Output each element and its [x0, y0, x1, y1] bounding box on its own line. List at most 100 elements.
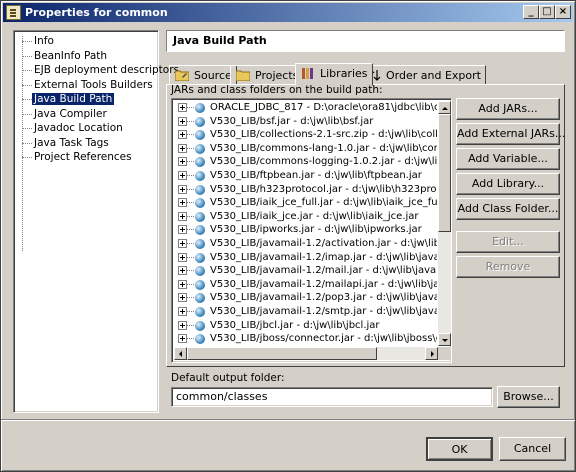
tree-connector [187, 147, 194, 149]
scroll-right-button[interactable] [425, 347, 438, 360]
project-folder-icon [236, 70, 250, 81]
expand-plus-icon[interactable] [178, 103, 187, 112]
expand-plus-icon[interactable] [178, 293, 187, 303]
expand-plus-icon[interactable] [178, 225, 187, 235]
properties-dialog: Properties for common _ □ × Info BeanInf… [0, 0, 576, 472]
tree-item-ejb-deployment[interactable]: EJB deployment descriptors [16, 63, 179, 78]
horizontal-scrollbar[interactable] [174, 347, 438, 360]
scroll-down-button[interactable] [438, 333, 451, 346]
jar-icon [195, 334, 205, 345]
vertical-scroll-thumb[interactable] [438, 114, 451, 232]
output-folder-field[interactable]: common/classes [171, 387, 493, 407]
library-entry[interactable]: V530_LIB/bsf.jar - d:\jw\lib\bsf.jar [174, 115, 437, 129]
horizontal-scroll-thumb[interactable] [187, 347, 377, 360]
library-entry-label: V530_LIB/javamail-1.2/activation.jar - d… [210, 237, 437, 249]
library-entry-label: V530_LIB/jboss/connector.jar - d:\jw\lib… [210, 333, 437, 345]
cancel-button[interactable]: Cancel [499, 437, 566, 461]
tree-item-project-references[interactable]: Project References [16, 150, 156, 165]
add-variable-button[interactable]: Add Variable... [456, 148, 560, 170]
library-entry[interactable]: V530_LIB/h323protocol.jar - d:\jw\lib\h3… [174, 183, 437, 197]
expand-plus-icon[interactable] [178, 170, 187, 180]
library-entry[interactable]: V530_LIB/javamail-1.2/imap.jar - d:\jw\l… [174, 251, 437, 265]
scroll-up-button[interactable] [438, 101, 451, 114]
tab-label: Projects [255, 69, 299, 82]
library-entry[interactable]: V530_LIB/jbcl.jar - d:\jw\lib\jbcl.jar [174, 319, 437, 333]
tree-connector [187, 242, 194, 244]
expand-plus-icon[interactable] [178, 184, 187, 194]
page-title: Java Build Path [166, 30, 565, 52]
library-list[interactable]: ORACLE_JDBC_817 - D:\oracle\ora81\jdbc\l… [171, 98, 452, 363]
library-entry-label: V530_LIB/collections-2.1-src.zip - d:\jw… [210, 129, 437, 141]
tab-projects[interactable]: Projects [230, 65, 304, 85]
library-entry[interactable]: V530_LIB/jboss/connector.jar - d:\jw\lib… [174, 332, 437, 346]
library-entry-label: V530_LIB/commons-logging-1.0.2.jar - d:\… [210, 156, 437, 168]
jar-icon [195, 116, 205, 127]
library-entry-label: V530_LIB/commons-lang-1.0.jar - d:\jw\li… [210, 142, 437, 154]
library-entry-label: V530_LIB/iaik_jce.jar - d:\jw\lib\iaik_j… [210, 210, 419, 222]
maximize-button[interactable]: □ [539, 5, 555, 19]
add-external-jars-button[interactable]: Add External JARs... [456, 123, 565, 145]
expand-plus-icon[interactable] [178, 266, 187, 276]
remove-button[interactable]: Remove [456, 256, 560, 278]
add-jars-button[interactable]: Add JARs... [456, 98, 560, 120]
tree-item-java-task-tags[interactable]: Java Task Tags [16, 136, 156, 151]
add-library-button[interactable]: Add Library... [456, 173, 560, 195]
library-entry[interactable]: V530_LIB/commons-lang-1.0.jar - d:\jw\li… [174, 142, 437, 156]
expand-plus-icon[interactable] [178, 130, 187, 140]
tree-connector [187, 215, 194, 217]
library-entry[interactable]: V530_LIB/javamail-1.2/activation.jar - d… [174, 237, 437, 251]
expand-plus-icon[interactable] [178, 279, 187, 289]
vertical-scrollbar[interactable] [438, 101, 451, 346]
expand-plus-icon[interactable] [178, 320, 187, 330]
library-entry[interactable]: V530_LIB/javamail-1.2/smtp.jar - d:\jw\l… [174, 305, 437, 319]
category-tree[interactable]: Info BeanInfo Path EJB deployment descri… [13, 30, 179, 413]
library-entry-label: V530_LIB/bsf.jar - d:\jw\lib\bsf.jar [210, 115, 374, 127]
tree-item-javadoc-location[interactable]: Javadoc Location [16, 121, 156, 136]
tree-item-label: BeanInfo Path [34, 49, 108, 62]
expand-plus-icon[interactable] [178, 334, 187, 344]
add-class-folder-button[interactable]: Add Class Folder... [456, 198, 560, 220]
tab-source[interactable]: Source [169, 65, 237, 85]
minimize-button[interactable]: _ [523, 5, 539, 19]
tab-order-and-export[interactable]: Order and Export [361, 65, 486, 85]
library-entry[interactable]: V530_LIB/ipworks.jar - d:\jw\lib\ipworks… [174, 223, 437, 237]
tree-connector [187, 134, 194, 136]
library-entry[interactable]: V530_LIB/ftpbean.jar - d:\jw\lib\ftpbean… [174, 169, 437, 183]
expand-plus-icon[interactable] [178, 157, 187, 167]
expand-plus-icon[interactable] [178, 116, 187, 126]
tree-item-info[interactable]: Info [16, 34, 156, 49]
jar-icon [195, 238, 205, 249]
jar-icon [195, 266, 205, 277]
library-entry[interactable]: V530_LIB/javamail-1.2/mail.jar - d:\jw\l… [174, 264, 437, 278]
library-entry[interactable]: V530_LIB/javamail-1.2/pop3.jar - d:\jw\l… [174, 291, 437, 305]
jar-icon [195, 279, 205, 290]
tree-item-java-build-path[interactable]: Java Build Path [16, 92, 156, 107]
ok-button[interactable]: OK [426, 437, 493, 461]
library-entry[interactable]: V530_LIB/commons-logging-1.0.2.jar - d:\… [174, 155, 437, 169]
close-button[interactable]: × [555, 5, 571, 19]
expand-plus-icon[interactable] [178, 238, 187, 248]
scroll-left-button[interactable] [174, 347, 187, 360]
title-bar[interactable]: Properties for common _ □ × [3, 3, 573, 22]
tree-item-java-compiler[interactable]: Java Compiler [16, 107, 156, 122]
library-entry[interactable]: V530_LIB/javamail-1.2/mailapi.jar - d:\j… [174, 278, 437, 292]
tree-item-external-tools[interactable]: External Tools Builders [16, 78, 156, 93]
tab-libraries[interactable]: Libraries [295, 63, 373, 86]
jar-icon [195, 170, 205, 181]
expand-plus-icon[interactable] [178, 252, 187, 262]
expand-plus-icon[interactable] [178, 198, 187, 208]
library-entry[interactable]: V530_LIB/collections-2.1-src.zip - d:\jw… [174, 128, 437, 142]
library-entry-label: ORACLE_JDBC_817 - D:\oracle\ora81\jdbc\l… [210, 102, 437, 113]
browse-button[interactable]: Browse... [497, 386, 560, 408]
library-entry[interactable]: V530_LIB/iaik_jce.jar - d:\jw\lib\iaik_j… [174, 210, 437, 224]
expand-plus-icon[interactable] [178, 306, 187, 316]
tree-item-beaninfo-path[interactable]: BeanInfo Path [16, 49, 156, 64]
expand-plus-icon[interactable] [178, 143, 187, 153]
library-entry[interactable]: ORACLE_JDBC_817 - D:\oracle\ora81\jdbc\l… [174, 101, 437, 115]
tree-item-label: Java Build Path [32, 93, 115, 105]
scroll-corner [438, 347, 451, 360]
edit-button[interactable]: Edit... [456, 231, 560, 253]
jar-icon [195, 225, 205, 236]
expand-plus-icon[interactable] [178, 211, 187, 221]
library-entry[interactable]: V530_LIB/iaik_jce_full.jar - d:\jw\lib\i… [174, 196, 437, 210]
